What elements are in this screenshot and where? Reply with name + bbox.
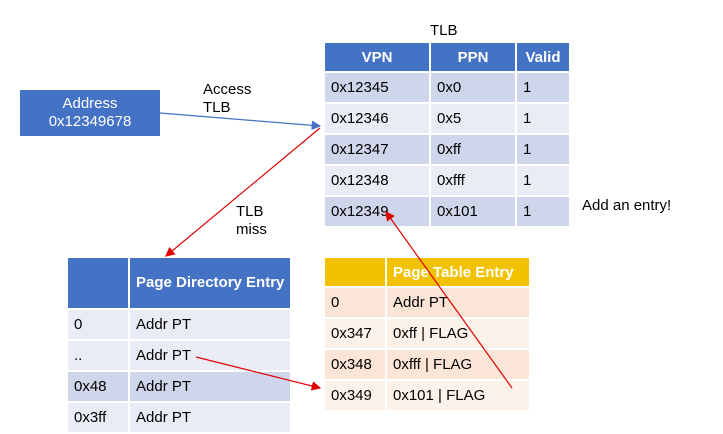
pt-cell: 0 xyxy=(323,286,387,319)
tlb-cell: 1 xyxy=(515,164,571,197)
page-directory-table: Page Directory Entry 0 Addr PT .. Addr P… xyxy=(66,256,292,434)
tlb-cell: 1 xyxy=(515,102,571,135)
pd-header-index xyxy=(66,256,130,310)
pd-header-row: Page Directory Entry xyxy=(66,256,292,310)
pt-cell: 0xff | FLAG xyxy=(385,317,531,350)
page-table: Page Table Entry 0 Addr PT 0x347 0xff | … xyxy=(323,256,531,412)
tlb-cell: 1 xyxy=(515,195,571,228)
pd-header-entry: Page Directory Entry xyxy=(128,256,292,310)
pd-cell: 0x48 xyxy=(66,370,130,403)
pt-cell: 0x349 xyxy=(323,379,387,412)
tlb-row: 0x12349 0x101 1 xyxy=(323,195,571,228)
tlb-cell: 0x12349 xyxy=(323,195,431,228)
tlb-cell: 0x12347 xyxy=(323,133,431,166)
tlb-header-valid: Valid xyxy=(515,41,571,73)
pd-cell: Addr PT xyxy=(128,308,292,341)
tlb-header-row: VPN PPN Valid xyxy=(323,41,571,73)
pd-row: 0x3ff Addr PT xyxy=(66,401,292,434)
tlb-row: 0x12345 0x0 1 xyxy=(323,71,571,104)
pt-header-entry: Page Table Entry xyxy=(385,256,531,288)
add-entry-label: Add an entry! xyxy=(582,197,672,214)
pt-row: 0x348 0xfff | FLAG xyxy=(323,348,531,381)
tlb-header-vpn: VPN xyxy=(323,41,431,73)
tlb-miss-line2: miss xyxy=(236,221,267,238)
pt-cell: 0x348 xyxy=(323,348,387,381)
pd-cell: .. xyxy=(66,339,130,372)
tlb-cell: 0x12345 xyxy=(323,71,431,104)
pt-cell: Addr PT xyxy=(385,286,531,319)
tlb-cell: 0x12346 xyxy=(323,102,431,135)
tlb-header-ppn: PPN xyxy=(429,41,517,73)
tlb-row: 0x12347 0xff 1 xyxy=(323,133,571,166)
pd-row: .. Addr PT xyxy=(66,339,292,372)
pt-header-row: Page Table Entry xyxy=(323,256,531,288)
tlb-cell: 0x101 xyxy=(429,195,517,228)
pd-row: 0x48 Addr PT xyxy=(66,370,292,403)
address-value: 0x12349678 xyxy=(48,113,132,130)
access-tlb-label: Access TLB xyxy=(203,81,251,117)
address-label: Address xyxy=(62,95,118,112)
tlb-table: VPN PPN Valid 0x12345 0x0 1 0x12346 0x5 … xyxy=(323,41,571,228)
tlb-cell: 0x12348 xyxy=(323,164,431,197)
access-label-line2: TLB xyxy=(203,99,231,116)
pt-row: 0x349 0x101 | FLAG xyxy=(323,379,531,412)
tlb-cell: 1 xyxy=(515,133,571,166)
tlb-cell: 0xff xyxy=(429,133,517,166)
tlb-row: 0x12348 0xfff 1 xyxy=(323,164,571,197)
pt-row: 0x347 0xff | FLAG xyxy=(323,317,531,350)
tlb-cell: 0x0 xyxy=(429,71,517,104)
tlb-title: TLB xyxy=(430,22,458,39)
pd-cell: 0x3ff xyxy=(66,401,130,434)
tlb-row: 0x12346 0x5 1 xyxy=(323,102,571,135)
tlb-cell: 0xfff xyxy=(429,164,517,197)
address-box: Address 0x12349678 xyxy=(20,90,160,136)
pd-row: 0 Addr PT xyxy=(66,308,292,341)
pd-cell: Addr PT xyxy=(128,339,292,372)
tlb-cell: 1 xyxy=(515,71,571,104)
pt-cell: 0x347 xyxy=(323,317,387,350)
pd-cell: 0 xyxy=(66,308,130,341)
access-label-line1: Access xyxy=(203,81,252,98)
pt-cell: 0xfff | FLAG xyxy=(385,348,531,381)
tlb-miss-line1: TLB xyxy=(236,203,264,220)
tlb-miss-label: TLB miss xyxy=(236,203,267,239)
pt-cell: 0x101 | FLAG xyxy=(385,379,531,412)
pd-cell: Addr PT xyxy=(128,401,292,434)
pd-cell: Addr PT xyxy=(128,370,292,403)
pt-row: 0 Addr PT xyxy=(323,286,531,319)
tlb-cell: 0x5 xyxy=(429,102,517,135)
pt-header-index xyxy=(323,256,387,288)
